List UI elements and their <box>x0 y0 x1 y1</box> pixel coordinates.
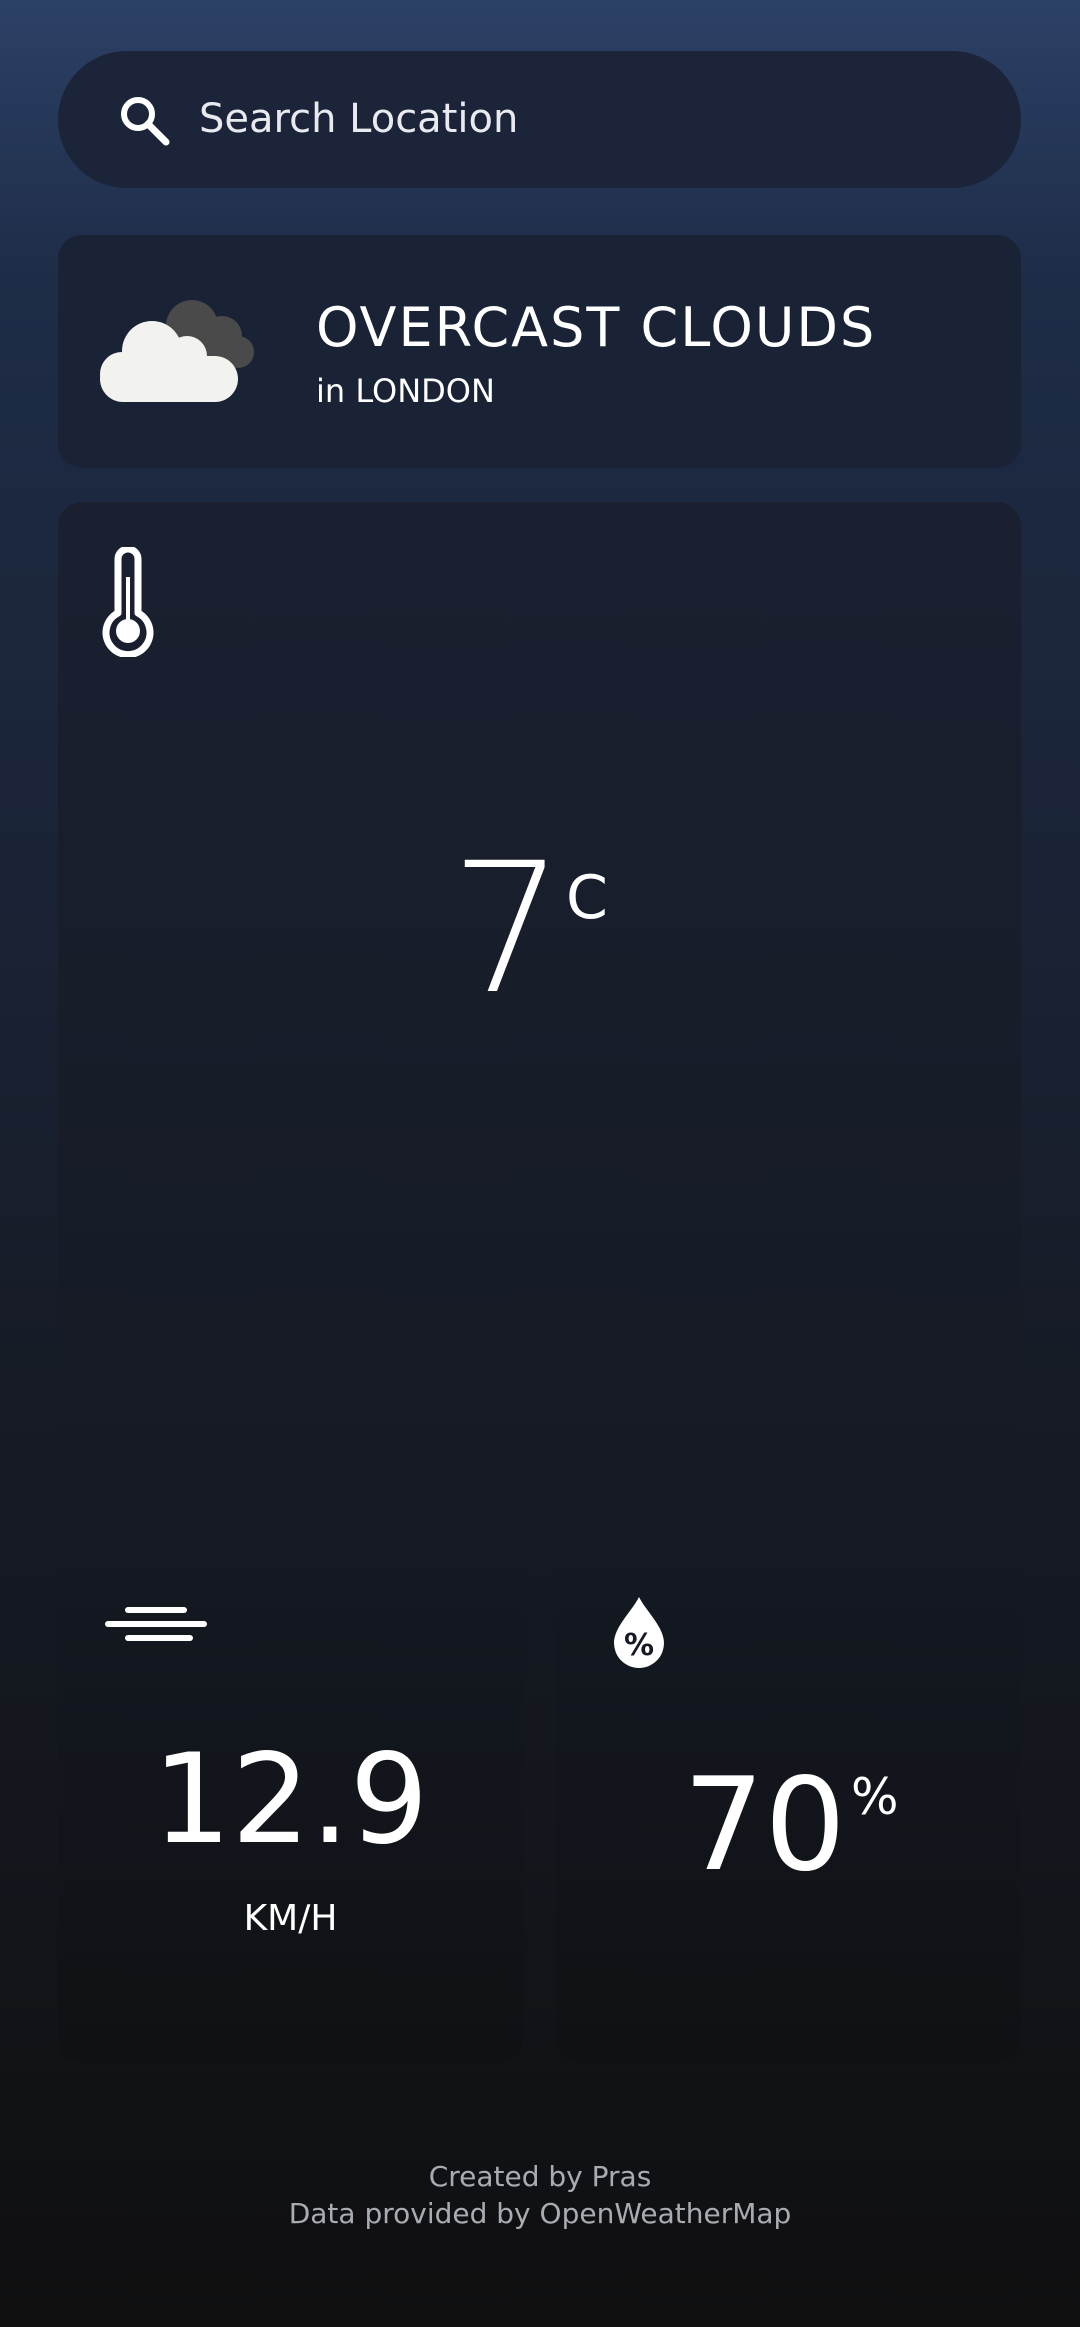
svg-text:%: % <box>624 1628 654 1663</box>
footer-credit: Created by Pras <box>428 2160 652 2193</box>
thermometer-icon <box>102 547 154 657</box>
temperature-unit: C <box>566 863 608 933</box>
humidity-unit: % <box>851 1768 899 1826</box>
humidity-icon: % <box>614 1597 664 1668</box>
location-name: in LONDON <box>316 372 495 410</box>
search-input[interactable] <box>199 87 959 151</box>
temperature-value: 7 <box>450 825 565 1034</box>
wind-icon <box>105 1607 207 1641</box>
wind-speed-unit: KM/H <box>243 1898 338 1939</box>
overcast-clouds-icon <box>100 300 254 402</box>
footer-data-source: Data provided by OpenWeatherMap <box>288 2197 792 2230</box>
search-icon[interactable] <box>116 92 172 148</box>
humidity-value: 70 <box>683 1751 846 1900</box>
wind-speed-value: 12.9 <box>152 1728 429 1872</box>
weather-condition: OVERCAST CLOUDS <box>316 296 877 359</box>
